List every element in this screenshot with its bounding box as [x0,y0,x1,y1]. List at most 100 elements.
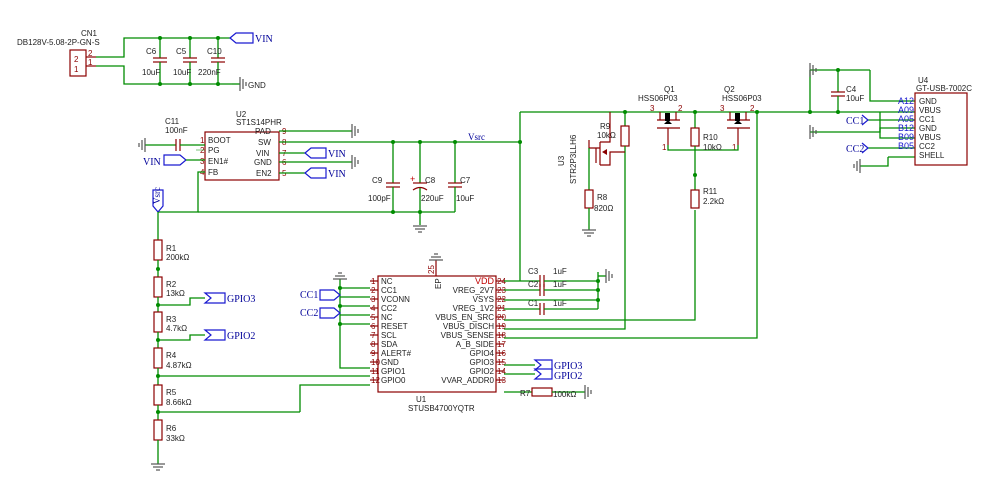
r6-value: 33kΩ [166,434,185,443]
u1-left-pin-name: SDA [381,340,398,349]
q1-value: HSS06P03 [638,94,678,103]
q1-ref: Q1 [664,85,675,94]
u1-right-pin-name: VBUS_DISCH [443,322,494,331]
r2-resistor[interactable] [153,276,163,298]
u3-ref: U3 [557,155,566,166]
cc2-net-flag-usb: CC2 [846,142,869,155]
q1-mosfet[interactable] [652,112,682,145]
u2-value: ST1S14PHR [236,118,282,127]
u2-pad-ground [351,124,359,138]
u1-left-pin-name: RESET [381,322,408,331]
r8-resistor[interactable] [584,189,594,209]
r5-resistor[interactable] [153,384,163,406]
c7-value: 10uF [456,194,474,203]
c3-ref: C3 [528,267,539,276]
c11-ground [138,138,146,152]
u4-pin-name: VBUS [919,106,941,115]
u1-right-pin-name: VVAR_ADDR0 [441,376,494,385]
svg-text:1: 1 [200,136,205,145]
r8-value: 820Ω [594,204,613,213]
svg-text:1: 1 [74,65,79,74]
r10-value: 10kΩ [703,143,722,152]
r9-resistor[interactable] [620,125,630,147]
svg-text:EN1#: EN1# [208,157,229,166]
svg-text:EP: EP [434,278,443,289]
u1-left-pin-num: 5 [371,313,376,322]
vsrc-net-label: Vsrc [468,132,485,142]
r7-resistor[interactable] [531,387,553,397]
r3-value: 4.7kΩ [166,324,187,333]
r7-ref: R7 [520,389,531,398]
u1-right-pin-name: GPIO2 [470,367,495,376]
r11-ref: R11 [703,187,718,196]
r10-ref: R10 [703,133,718,142]
cn1-connector[interactable]: 2 1 2 1 [69,49,96,77]
svg-text:VIN: VIN [328,169,346,180]
svg-text:Vsrc: Vsrc [152,187,162,204]
c5-ref: C5 [176,47,187,56]
svg-text:2: 2 [88,49,93,58]
svg-text:VIN: VIN [256,149,270,158]
u1-ep-ground [429,253,443,261]
u4-pin-name: SHELL [919,151,945,160]
svg-text:EN2: EN2 [256,169,272,178]
c9-value: 100pF [368,194,391,203]
c2-ref: C2 [528,280,539,289]
svg-text:1: 1 [88,58,93,67]
r4-ref: R4 [166,351,177,360]
u4-shell-ground [853,159,861,173]
r10-resistor[interactable] [690,127,700,147]
svg-text:GPIO2: GPIO2 [227,331,255,342]
u1-right-pin-num: 13 [497,376,506,385]
c10-ref: C10 [207,47,222,56]
svg-text:+: + [410,174,415,184]
cn1-ref: CN1 [81,29,98,38]
svg-text:1: 1 [662,143,667,152]
c2-value: 1uF [553,280,567,289]
r11-resistor[interactable] [690,189,700,209]
vsrc-net-flag-divider: Vsrc [152,187,164,213]
u1-left-pin-name: VCONN [381,295,410,304]
r2-ref: R2 [166,280,177,289]
c9-ref: C9 [372,176,383,185]
svg-text:PAD: PAD [255,127,271,136]
u3-value: STR2P3LLH6 [569,134,578,184]
svg-text:VIN: VIN [143,157,161,168]
r6-resistor[interactable] [153,419,163,441]
svg-text:2: 2 [74,55,79,64]
cc2-net-flag-u1: CC2 [300,307,341,319]
c1-capacitor[interactable] [539,303,545,315]
c5-capacitor[interactable] [183,38,197,84]
u2-regulator[interactable]: BOOT PG EN1# FB PAD SW VIN GND EN2 1 2 3… [200,127,287,181]
c8-value: 220uF [421,194,444,203]
r1-resistor[interactable] [153,239,163,261]
svg-text:GPIO2: GPIO2 [554,371,582,382]
r9-value: 10kΩ [597,131,616,140]
c5-value: 10uF [173,68,191,77]
u1-right-pin-name: GPIO4 [470,349,495,358]
c4-capacitor[interactable] [831,70,845,112]
svg-text:VIN: VIN [255,34,273,45]
svg-text:CC2: CC2 [300,308,318,319]
c10-value: 220nF [198,68,221,77]
svg-text:SW: SW [258,138,271,147]
u1-right-pin-name: VREG_1V2 [453,304,495,313]
svg-text:GND: GND [254,158,272,167]
c11-capacitor[interactable] [145,139,205,151]
u1-left-pin-num: 3 [371,295,376,304]
r4-value: 4.87kΩ [166,361,192,370]
u1-left-pin-num: 12 [371,376,380,385]
u1-left-pin-num: 7 [371,331,376,340]
r3-resistor[interactable] [153,311,163,333]
u4-pin-num: B05 [898,141,914,151]
r1-value: 200kΩ [166,253,189,262]
u1-caps-ground [605,269,613,283]
q2-mosfet[interactable] [727,112,750,145]
u1-right-pin-name: VSYS [473,295,494,304]
vin-net-flag: VIN [229,32,273,45]
c2-capacitor[interactable] [539,284,545,296]
vin-net-flag-en1: VIN [143,154,187,168]
c10-capacitor[interactable] [211,38,225,84]
r4-resistor[interactable] [153,347,163,369]
u4-pin-name: CC2 [919,142,936,151]
